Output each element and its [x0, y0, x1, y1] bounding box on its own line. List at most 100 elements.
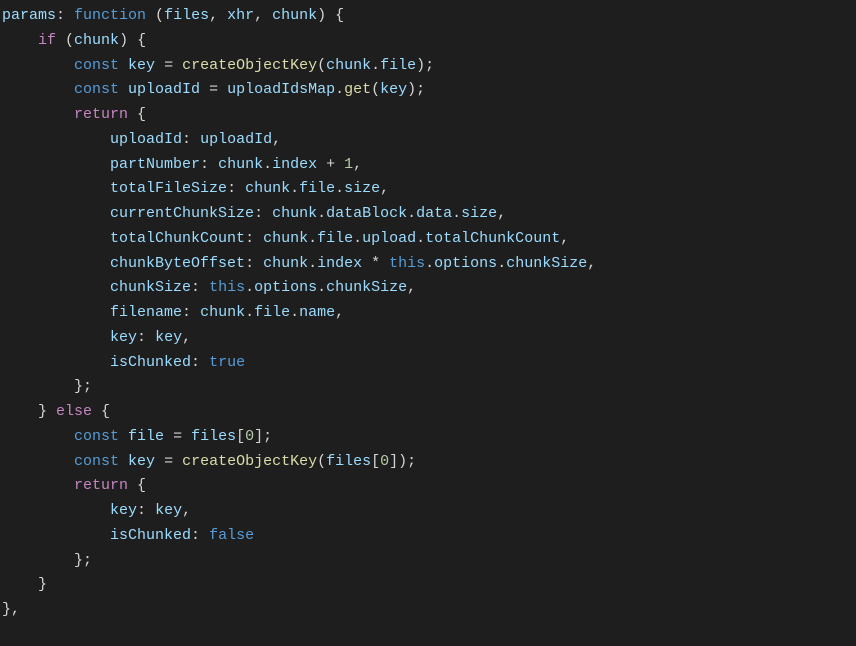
code-line: chunkByteOffset: chunk.index * this.opti…	[0, 252, 856, 277]
token: :	[137, 329, 155, 346]
token: chunk	[245, 180, 290, 197]
token: );	[407, 81, 425, 98]
token: true	[209, 354, 245, 371]
token: chunk	[74, 32, 119, 49]
token: chunkSize	[326, 279, 407, 296]
code-line: }	[0, 573, 856, 598]
token: :	[245, 230, 263, 247]
code-line: return {	[0, 474, 856, 499]
token	[119, 428, 128, 445]
token: chunk	[326, 57, 371, 74]
token	[2, 106, 74, 123]
token: chunkSize	[506, 255, 587, 272]
token: key	[128, 453, 155, 470]
token: files	[326, 453, 371, 470]
token: :	[56, 7, 74, 24]
token: key	[155, 502, 182, 519]
token: get	[344, 81, 371, 98]
token	[2, 453, 74, 470]
token: options	[434, 255, 497, 272]
token: chunk	[263, 255, 308, 272]
token: totalChunkCount	[110, 230, 245, 247]
token: ]);	[389, 453, 416, 470]
code-line: },	[0, 598, 856, 623]
token: {	[128, 477, 146, 494]
token: (	[146, 7, 164, 24]
code-line: };	[0, 549, 856, 574]
token: .	[308, 230, 317, 247]
token	[2, 279, 110, 296]
token: .	[497, 255, 506, 272]
token: return	[74, 477, 128, 494]
token	[2, 180, 110, 197]
code-line: totalChunkCount: chunk.file.upload.total…	[0, 227, 856, 252]
token: :	[200, 156, 218, 173]
code-line: params: function (files, xhr, chunk) {	[0, 4, 856, 29]
token: ,	[182, 502, 191, 519]
token: 1	[344, 156, 353, 173]
token	[2, 527, 110, 544]
token: .	[335, 81, 344, 98]
token: uploadId	[110, 131, 182, 148]
token: =	[200, 81, 227, 98]
token: index	[317, 255, 362, 272]
token: .	[245, 279, 254, 296]
token: this	[389, 255, 425, 272]
token	[2, 156, 110, 173]
token	[2, 354, 110, 371]
code-line: const key = createObjectKey(files[0]);	[0, 450, 856, 475]
token: file	[380, 57, 416, 74]
token: {	[92, 403, 110, 420]
token: const	[74, 428, 119, 445]
token: file	[254, 304, 290, 321]
code-line: if (chunk) {	[0, 29, 856, 54]
token: key	[128, 57, 155, 74]
token: :	[191, 354, 209, 371]
token: [	[371, 453, 380, 470]
token: .	[407, 205, 416, 222]
token: false	[209, 527, 254, 544]
token: }	[2, 403, 56, 420]
token: file	[128, 428, 164, 445]
token: .	[263, 156, 272, 173]
token: chunkSize	[110, 279, 191, 296]
token: ,	[254, 7, 272, 24]
token	[2, 329, 110, 346]
token: return	[74, 106, 128, 123]
token: },	[2, 601, 20, 618]
token: file	[299, 180, 335, 197]
token: partNumber	[110, 156, 200, 173]
token	[2, 131, 110, 148]
code-line: const file = files[0];	[0, 425, 856, 450]
token: }	[2, 576, 47, 593]
token: .	[317, 279, 326, 296]
token: :	[182, 304, 200, 321]
token: .	[353, 230, 362, 247]
token: :	[182, 131, 200, 148]
token: totalFileSize	[110, 180, 227, 197]
token: ,	[497, 205, 506, 222]
token: ,	[209, 7, 227, 24]
token: :	[254, 205, 272, 222]
token: isChunked	[110, 354, 191, 371]
token: =	[155, 57, 182, 74]
token: createObjectKey	[182, 453, 317, 470]
token: if	[38, 32, 56, 49]
token: *	[362, 255, 389, 272]
token: ,	[380, 180, 389, 197]
token: :	[227, 180, 245, 197]
token: ,	[182, 329, 191, 346]
token: data	[416, 205, 452, 222]
code-block[interactable]: params: function (files, xhr, chunk) { i…	[0, 4, 856, 623]
token: name	[299, 304, 335, 321]
token: upload	[362, 230, 416, 247]
token: ,	[335, 304, 344, 321]
token: ,	[587, 255, 596, 272]
token: .	[290, 304, 299, 321]
token	[2, 57, 74, 74]
token	[119, 81, 128, 98]
token: xhr	[227, 7, 254, 24]
token: };	[2, 378, 92, 395]
code-line: filename: chunk.file.name,	[0, 301, 856, 326]
token	[2, 230, 110, 247]
